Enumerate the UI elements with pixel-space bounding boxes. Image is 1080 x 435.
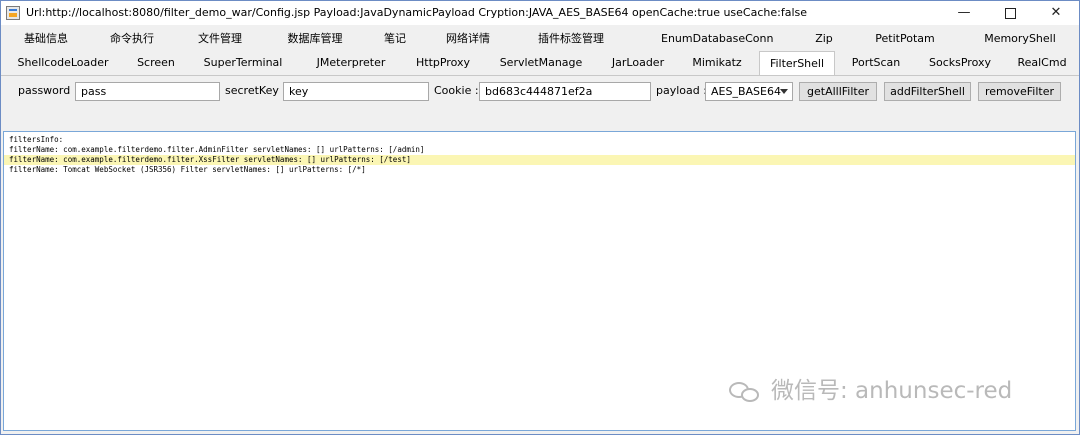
tab-jmeterpreter[interactable]: JMeterpreter (313, 51, 389, 75)
tab-screen[interactable]: Screen (131, 51, 181, 75)
tab-memoryshell[interactable]: MemoryShell (981, 27, 1059, 51)
payload-select[interactable]: AES_BASE64 (705, 82, 793, 101)
tab-network-details[interactable]: 网络详情 (437, 27, 499, 51)
tab-file-manager[interactable]: 文件管理 (189, 27, 251, 51)
secretkey-input[interactable]: key (283, 82, 429, 101)
minimize-button[interactable]: — (941, 1, 987, 25)
tab-bar-row-1: 基础信息 命令执行 文件管理 数据库管理 笔记 网络详情 插件标签管理 Enum… (1, 27, 1079, 51)
tab-shellcodeloader[interactable]: ShellcodeLoader (15, 51, 111, 75)
close-button[interactable]: ✕ (1033, 1, 1079, 25)
tab-petitpotam[interactable]: PetitPotam (871, 27, 939, 51)
maximize-button[interactable] (987, 1, 1033, 25)
filter-shell-form: password : pass secretKey : key Cookie :… (1, 81, 1079, 103)
tab-basic-info[interactable]: 基础信息 (15, 27, 77, 51)
app-icon (6, 6, 20, 20)
tab-portscan[interactable]: PortScan (846, 51, 906, 75)
tab-httpproxy[interactable]: HttpProxy (411, 51, 475, 75)
payload-selected-value: AES_BASE64 (711, 85, 781, 98)
output-line-highlighted: filterName: com.example.filterdemo.filte… (4, 155, 1075, 165)
add-filter-shell-button[interactable]: addFilterShell (884, 82, 971, 101)
tab-socksproxy[interactable]: SocksProxy (926, 51, 994, 75)
tab-zip[interactable]: Zip (804, 27, 844, 51)
password-label: password : (18, 84, 78, 97)
tab-servletmanage[interactable]: ServletManage (499, 51, 583, 75)
tab-bar-row-2: ShellcodeLoader Screen SuperTerminal JMe… (1, 51, 1079, 76)
wechat-icon (729, 380, 763, 404)
tab-enumdatabaseconn[interactable]: EnumDatabaseConn (661, 27, 773, 51)
output-line-header: filtersInfo: (9, 135, 64, 144)
secretkey-label: secretKey : (225, 84, 287, 97)
dropdown-arrow-icon (780, 89, 788, 94)
output-line: filterName: com.example.filterdemo.filte… (9, 145, 425, 154)
maximize-icon (1004, 8, 1016, 19)
app-window: Url:http://localhost:8080/filter_demo_wa… (0, 0, 1080, 435)
get-all-filter-button[interactable]: getAlllFilter (799, 82, 877, 101)
tab-plugin-tag-manager[interactable]: 插件标签管理 (529, 27, 613, 51)
password-input[interactable]: pass (75, 82, 220, 101)
tab-divider (1, 75, 1079, 76)
tab-filtershell[interactable]: FilterShell (759, 51, 835, 76)
tab-notes[interactable]: 笔记 (375, 27, 415, 51)
tab-jarloader[interactable]: JarLoader (607, 51, 669, 75)
cookie-input[interactable]: bd683c444871ef2a (479, 82, 651, 101)
wechat-watermark: 微信号: anhunsec-red (729, 371, 1013, 404)
payload-label: payload : (656, 84, 707, 97)
watermark-text: 微信号: anhunsec-red (771, 378, 1013, 404)
title-bar: Url:http://localhost:8080/filter_demo_wa… (1, 1, 1079, 25)
tab-superterminal[interactable]: SuperTerminal (201, 51, 285, 75)
output-line: filterName: Tomcat WebSocket (JSR356) Fi… (9, 165, 366, 174)
remove-filter-button[interactable]: removeFilter (978, 82, 1061, 101)
tab-database-manager[interactable]: 数据库管理 (279, 27, 351, 51)
tab-realcmd[interactable]: RealCmd (1014, 51, 1070, 75)
window-title: Url:http://localhost:8080/filter_demo_wa… (26, 6, 808, 19)
cookie-label: Cookie : (434, 84, 479, 97)
tab-mimikatz[interactable]: Mimikatz (688, 51, 746, 75)
tab-command-exec[interactable]: 命令执行 (101, 27, 163, 51)
